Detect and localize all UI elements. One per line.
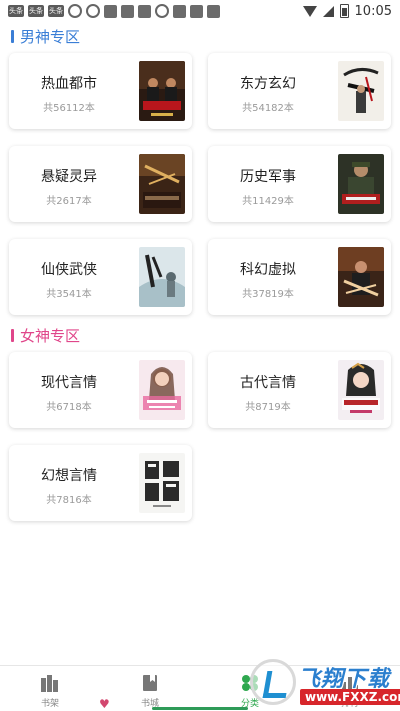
- category-name: 东方玄幻: [240, 76, 296, 92]
- category-name: 幻想言情: [41, 468, 97, 484]
- app-icon: [104, 4, 117, 18]
- bookshelf-icon: [41, 675, 58, 692]
- tab-bookshelf[interactable]: 书架: [0, 666, 100, 711]
- status-time: 10:05: [354, 3, 392, 19]
- book-cover-image: [338, 154, 384, 214]
- wifi-icon: [302, 5, 317, 17]
- settings-icon: [86, 4, 100, 18]
- category-count: 共54182本: [242, 103, 294, 114]
- section-title-male: 男神专区: [20, 28, 81, 46]
- watermark-logo-icon: [250, 659, 296, 705]
- section-marker: [11, 30, 14, 43]
- category-count: 共6718本: [46, 402, 92, 413]
- category-count: 共8719本: [245, 402, 291, 413]
- category-card-kehuan[interactable]: 科幻虚拟 共37819本: [208, 239, 391, 315]
- category-count: 共56112本: [43, 103, 95, 114]
- tab-label: 书架: [40, 699, 59, 709]
- category-card-huanxiang-yanqing[interactable]: 幻想言情 共7816本: [9, 445, 192, 521]
- gear-icon: [68, 4, 82, 18]
- status-bar: 头条 头条 头条 10:05: [0, 0, 400, 22]
- app-icon: [190, 4, 203, 18]
- book-cover-image: [139, 453, 185, 513]
- section-header-female: 女神专区: [11, 325, 80, 346]
- book-cover-image: [338, 247, 384, 307]
- category-count: 共11429本: [242, 196, 294, 207]
- app-icon: [173, 4, 186, 18]
- app-icon: [138, 4, 151, 18]
- book-cover-image: [338, 61, 384, 121]
- category-count: 共7816本: [46, 495, 92, 506]
- category-card-xuanhuan[interactable]: 东方玄幻 共54182本: [208, 53, 391, 129]
- category-name: 热血都市: [41, 76, 97, 92]
- category-name: 历史军事: [240, 169, 296, 185]
- category-name: 仙侠武侠: [41, 262, 97, 278]
- book-cover-image: [139, 61, 185, 121]
- battery-icon: [339, 4, 349, 18]
- category-name: 科幻虚拟: [240, 262, 296, 278]
- category-card-rexue[interactable]: 热血都市 共56112本: [9, 53, 192, 129]
- category-card-gudai-yanqing[interactable]: 古代言情 共8719本: [208, 352, 391, 428]
- toutiao-icon: 头条: [8, 5, 24, 17]
- book-cover-image: [338, 360, 384, 420]
- category-card-xiandai-yanqing[interactable]: 现代言情 共6718本: [9, 352, 192, 428]
- book-cover-image: [139, 247, 185, 307]
- book-cover-image: [139, 360, 185, 420]
- book-cover-image: [139, 154, 185, 214]
- section-marker: [11, 329, 14, 342]
- category-count: 共2617本: [46, 196, 92, 207]
- category-card-xuanyi[interactable]: 悬疑灵异 共2617本: [9, 146, 192, 222]
- category-count: 共37819本: [242, 289, 294, 300]
- signal-icon: [322, 5, 334, 17]
- category-name: 现代言情: [41, 375, 97, 391]
- status-left-icons: 头条 头条 头条: [8, 4, 220, 18]
- bookstore-icon: [143, 675, 157, 691]
- category-name: 悬疑灵异: [41, 169, 97, 185]
- toutiao-icon: 头条: [28, 5, 44, 17]
- watermark: 飞翔下载 www.FXXZ.com: [250, 655, 400, 710]
- category-name: 古代言情: [240, 375, 296, 391]
- tab-bookstore[interactable]: 书城: [100, 666, 200, 711]
- category-card-lishi[interactable]: 历史军事 共11429本: [208, 146, 391, 222]
- status-right: 10:05: [302, 3, 392, 19]
- section-header-male: 男神专区: [11, 26, 80, 47]
- toutiao-icon: 头条: [48, 5, 64, 17]
- section-title-female: 女神专区: [20, 327, 81, 345]
- app-icon: [121, 4, 134, 18]
- watermark-url: www.FXXZ.com: [300, 689, 400, 705]
- category-count: 共3541本: [46, 289, 92, 300]
- category-card-xianxia[interactable]: 仙侠武侠 共3541本: [9, 239, 192, 315]
- heart-icon: ♥: [99, 697, 110, 711]
- notification-icon: [155, 4, 169, 18]
- a-icon: [207, 4, 220, 18]
